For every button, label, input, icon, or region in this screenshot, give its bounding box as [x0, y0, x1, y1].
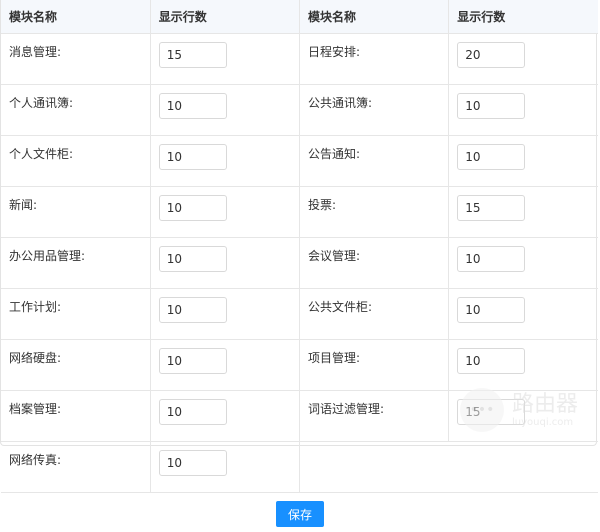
- col-header-rows: 显示行数: [150, 0, 301, 34]
- module-label: 网络硬盘:: [1, 339, 151, 391]
- module-label: 档案管理:: [1, 390, 151, 442]
- module-label: 网络传真:: [1, 441, 151, 493]
- module-label: 消息管理:: [1, 33, 151, 85]
- row-count-input[interactable]: [457, 348, 526, 374]
- table-row: 个人通讯簿: 公共通讯簿:: [1, 84, 598, 136]
- row-count-input[interactable]: [158, 348, 227, 374]
- module-label: 词语过滤管理:: [299, 390, 450, 442]
- row-count-input[interactable]: [158, 42, 227, 68]
- row-count-input[interactable]: [457, 195, 526, 221]
- row-count-input[interactable]: [158, 297, 227, 323]
- module-label: 个人通讯簿:: [1, 84, 151, 136]
- module-label: 项目管理:: [299, 339, 450, 391]
- module-label: 工作计划:: [1, 288, 151, 340]
- table-row: 个人文件柜: 公告通知:: [1, 135, 598, 187]
- row-count-input[interactable]: [457, 297, 526, 323]
- module-label: 会议管理:: [299, 237, 450, 289]
- table-row: 消息管理: 日程安排:: [1, 33, 598, 85]
- row-count-input[interactable]: [158, 93, 227, 119]
- col-header-module: 模块名称: [299, 0, 450, 34]
- module-label: 公共文件柜:: [299, 288, 450, 340]
- table-row: 网络传真:: [1, 441, 598, 493]
- row-count-input[interactable]: [158, 399, 227, 425]
- module-label: 办公用品管理:: [1, 237, 151, 289]
- row-count-input[interactable]: [158, 195, 227, 221]
- module-label: 日程安排:: [299, 33, 450, 85]
- row-count-input[interactable]: [457, 246, 526, 272]
- router-icon: •••: [460, 388, 504, 432]
- module-label: 新闻:: [1, 186, 151, 238]
- row-count-input[interactable]: [457, 93, 526, 119]
- module-label: 投票:: [299, 186, 450, 238]
- col-header-module: 模块名称: [1, 0, 151, 34]
- row-count-input[interactable]: [158, 246, 227, 272]
- module-label: 公共通讯簿:: [299, 84, 450, 136]
- save-button[interactable]: 保存: [276, 501, 324, 527]
- table-row: 办公用品管理: 会议管理:: [1, 237, 598, 289]
- table-row: 工作计划: 公共文件柜:: [1, 288, 598, 340]
- row-count-input[interactable]: [457, 144, 526, 170]
- row-count-input[interactable]: [158, 144, 227, 170]
- col-header-rows: 显示行数: [448, 0, 598, 34]
- watermark-logo: ••• 路由器 luyouqi.com: [460, 388, 578, 432]
- module-label: 个人文件柜:: [1, 135, 151, 187]
- module-label: 公告通知:: [299, 135, 450, 187]
- table-row: 网络硬盘: 项目管理:: [1, 339, 598, 391]
- row-count-input[interactable]: [158, 450, 227, 476]
- settings-panel: 模块名称 显示行数 模块名称 显示行数 消息管理: 日程安排: 个人通讯簿: 公共通讯…: [0, 0, 598, 527]
- table-row: 新闻: 投票:: [1, 186, 598, 238]
- row-count-input[interactable]: [457, 42, 526, 68]
- footer: 保存: [1, 493, 596, 532]
